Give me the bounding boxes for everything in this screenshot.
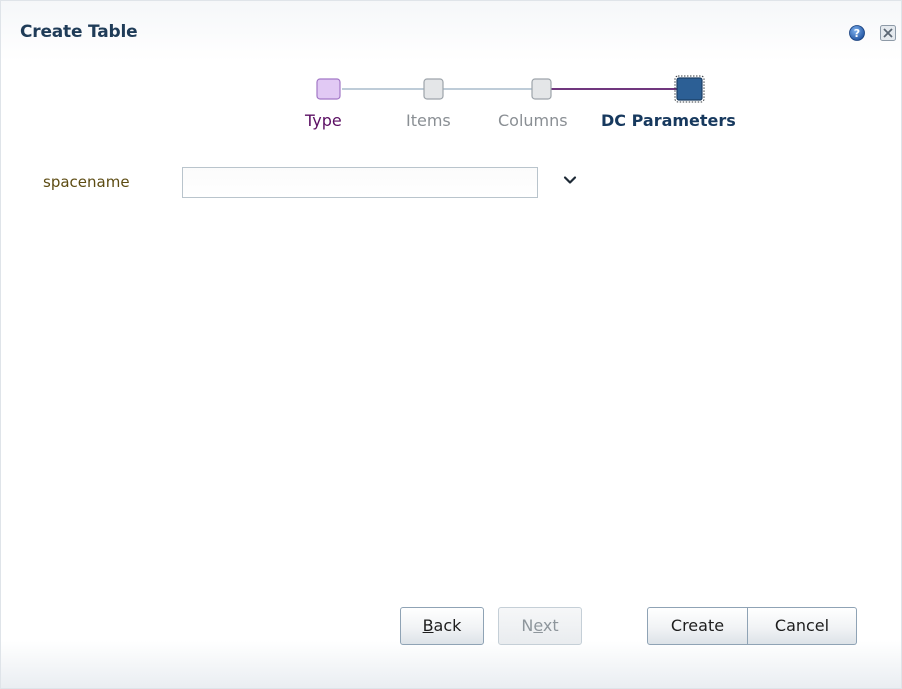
train-stop-type[interactable] (316, 78, 341, 100)
spacename-input[interactable] (182, 167, 538, 198)
cancel-button[interactable]: Cancel (748, 607, 857, 645)
create-button[interactable]: Create (647, 607, 748, 645)
create-table-dialog: Create Table ? Type Items Columns DC Par… (0, 0, 902, 689)
next-mnemonic: e (533, 616, 543, 635)
spacename-label: spacename (43, 173, 130, 191)
next-label-prefix: N (521, 616, 534, 635)
next-label-rest: xt (542, 616, 559, 635)
next-button: Next (498, 607, 582, 645)
wizard-train: Type Items Columns DC Parameters (1, 1, 902, 141)
train-label-dc-parameters: DC Parameters (601, 111, 736, 130)
train-stop-dc-parameters (676, 77, 703, 101)
train-label-type[interactable]: Type (305, 111, 342, 130)
train-stop-items[interactable] (423, 78, 444, 100)
chevron-down-icon[interactable] (561, 171, 579, 189)
back-label-rest: ack (433, 616, 462, 635)
train-label-items: Items (406, 111, 451, 130)
back-button[interactable]: Back (400, 607, 484, 645)
train-track (316, 75, 705, 103)
back-mnemonic: B (422, 616, 434, 635)
train-stop-columns[interactable] (531, 78, 552, 100)
train-label-columns: Columns (498, 111, 568, 130)
